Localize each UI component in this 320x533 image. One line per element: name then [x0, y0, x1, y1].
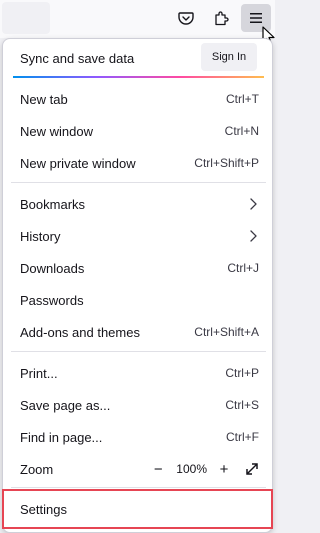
menu-item-save-page-as[interactable]: Save page as... Ctrl+S	[3, 391, 272, 419]
hamburger-menu-icon	[250, 13, 262, 23]
menu-item-new-tab[interactable]: New tab Ctrl+T	[3, 85, 272, 113]
sync-label: Sync and save data	[20, 51, 135, 66]
menu-item-label: New tab	[20, 92, 68, 107]
menu-item-passwords[interactable]: Passwords	[3, 286, 272, 314]
menu-item-downloads[interactable]: Downloads Ctrl+J	[3, 254, 272, 282]
url-bar-edge[interactable]	[2, 2, 50, 34]
menu-item-shortcut: Ctrl+J	[227, 261, 259, 275]
pocket-button[interactable]	[171, 4, 201, 32]
menu-item-label: Add-ons and themes	[20, 325, 140, 340]
menu-item-label: Save page as...	[20, 398, 111, 413]
zoom-reset-button[interactable]: 100%	[176, 462, 207, 476]
menu-item-shortcut: Ctrl+Shift+A	[194, 325, 259, 339]
menu-item-zoom: Zoom − 100% +	[3, 455, 272, 483]
fullscreen-icon	[246, 463, 258, 475]
extensions-button[interactable]	[207, 4, 237, 32]
pocket-icon	[178, 12, 194, 25]
menu-item-label: New private window	[20, 156, 136, 171]
menu-item-shortcut: Ctrl+Shift+P	[194, 156, 259, 170]
menu-item-print[interactable]: Print... Ctrl+P	[3, 359, 272, 387]
menu-item-addons-and-themes[interactable]: Add-ons and themes Ctrl+Shift+A	[3, 318, 272, 346]
menu-item-label: New window	[20, 124, 93, 139]
menu-item-label: Passwords	[20, 293, 84, 308]
zoom-in-button[interactable]: +	[214, 459, 234, 479]
app-menu-panel: Sync and save data Sign In New tab Ctrl+…	[2, 38, 273, 533]
menu-item-bookmarks[interactable]: Bookmarks	[3, 190, 272, 218]
menu-item-shortcut: Ctrl+T	[226, 92, 259, 106]
menu-item-label: Downloads	[20, 261, 85, 276]
menu-item-shortcut: Ctrl+S	[225, 398, 259, 412]
sync-section: Sync and save data Sign In	[3, 39, 272, 77]
accent-gradient-divider	[13, 76, 264, 78]
zoom-label: Zoom	[20, 462, 54, 477]
extensions-icon	[215, 11, 229, 26]
menu-item-label: Find in page...	[20, 430, 103, 445]
menu-item-label: Bookmarks	[20, 197, 86, 212]
menu-item-shortcut: Ctrl+P	[225, 366, 259, 380]
zoom-controls: − 100% +	[148, 455, 262, 483]
sign-in-button[interactable]: Sign In	[201, 43, 257, 71]
menu-item-history[interactable]: History	[3, 222, 272, 250]
zoom-out-button[interactable]: −	[148, 459, 168, 479]
menu-item-find-in-page[interactable]: Find in page... Ctrl+F	[3, 423, 272, 451]
menu-item-label: Print...	[20, 366, 58, 381]
menu-item-shortcut: Ctrl+F	[226, 430, 259, 444]
chevron-right-icon	[250, 198, 257, 210]
chevron-right-icon	[250, 230, 257, 242]
fullscreen-button[interactable]	[242, 459, 262, 479]
browser-toolbar	[0, 0, 275, 46]
menu-item-new-private-window[interactable]: New private window Ctrl+Shift+P	[3, 149, 272, 177]
menu-item-label: History	[20, 229, 61, 244]
menu-divider	[11, 351, 266, 352]
menu-divider	[11, 182, 266, 183]
settings-highlight-box	[2, 489, 273, 529]
menu-item-shortcut: Ctrl+N	[224, 124, 259, 138]
menu-item-new-window[interactable]: New window Ctrl+N	[3, 117, 272, 145]
menu-divider	[11, 487, 266, 488]
